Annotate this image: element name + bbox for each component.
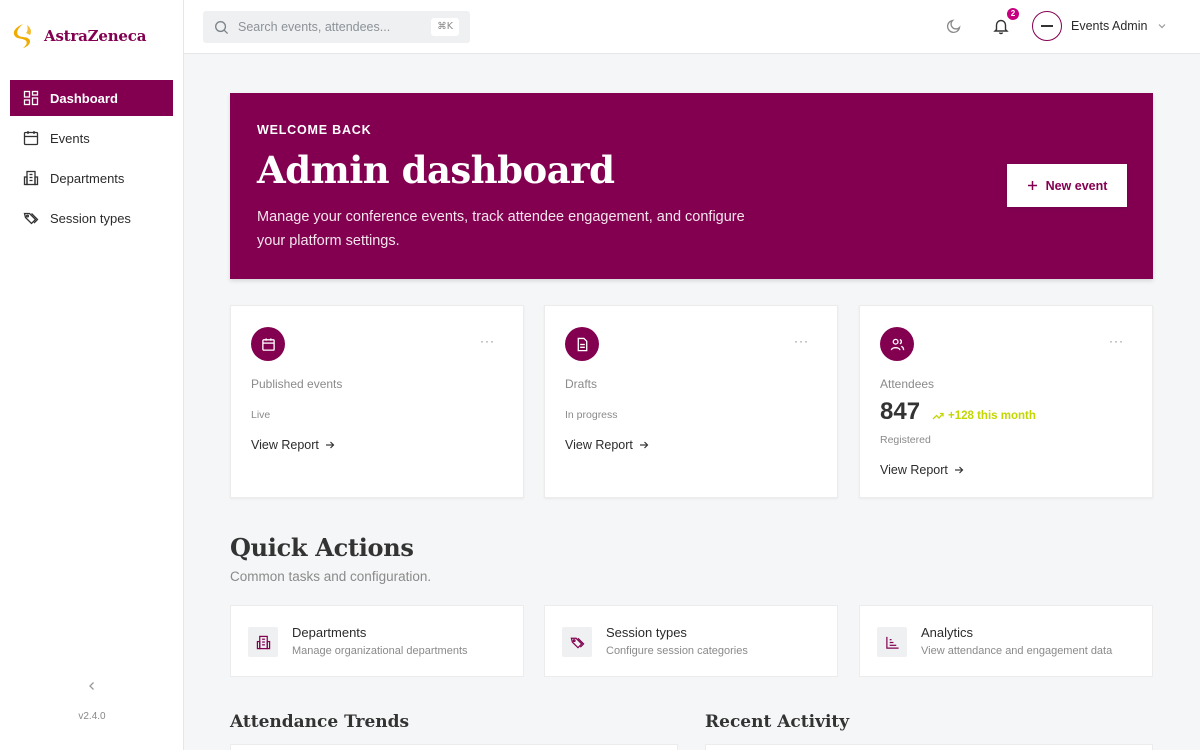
bar-chart-icon — [885, 636, 899, 649]
brand-name: AstraZeneca — [44, 27, 147, 45]
view-report-link[interactable]: View Report — [251, 438, 335, 452]
trending-up-icon — [932, 412, 944, 420]
calendar-icon — [23, 131, 39, 146]
stat-label: Attendees — [880, 377, 935, 391]
welcome-banner: WELCOME BACK Admin dashboard Manage your… — [230, 93, 1153, 279]
document-icon — [577, 337, 587, 351]
building-icon — [256, 635, 270, 649]
stat-card-drafts: ··· Drafts In progress View Report — [544, 305, 838, 498]
attendance-trends-title: Attendance Trends — [230, 712, 410, 732]
quick-actions-title: Quick Actions — [230, 533, 414, 562]
search-input[interactable] — [238, 20, 418, 34]
astrazeneca-logo-icon — [13, 24, 31, 48]
qa-description: View attendance and engagement data — [921, 645, 1113, 657]
view-report-link[interactable]: View Report — [880, 463, 964, 477]
stat-card-published-events: ··· Published events Live View Report — [230, 305, 524, 498]
more-options-icon[interactable]: ··· — [1109, 334, 1124, 348]
qa-icon — [562, 627, 592, 657]
search-icon — [215, 20, 229, 34]
qa-icon — [877, 627, 907, 657]
brand-logo[interactable]: AstraZeneca — [12, 22, 146, 50]
stat-icon — [565, 327, 599, 361]
welcome-description: Manage your conference events, track att… — [257, 209, 745, 249]
arrow-right-icon — [954, 466, 964, 474]
more-options-icon[interactable]: ··· — [480, 334, 495, 348]
sidebar-item-label: Departments — [50, 170, 125, 186]
quick-action-analytics[interactable]: Analytics View attendance and engagement… — [859, 605, 1153, 677]
collapse-sidebar-button[interactable] — [84, 678, 100, 694]
qa-icon — [248, 627, 278, 657]
topbar: ⌘K 2 Events Admin — [184, 0, 1200, 54]
quick-action-session-types[interactable]: Session types Configure session categori… — [544, 605, 838, 677]
dashboard-icon — [23, 90, 39, 106]
view-report-label: View Report — [880, 463, 948, 477]
dark-mode-toggle-icon[interactable] — [946, 18, 962, 34]
arrow-right-icon — [639, 441, 649, 449]
arrow-right-icon — [325, 441, 335, 449]
more-options-icon[interactable]: ··· — [794, 334, 809, 348]
welcome-kicker: WELCOME BACK — [257, 123, 372, 137]
stat-label: Published events — [251, 377, 343, 391]
app-version: v2.4.0 — [78, 711, 106, 722]
sidebar-item-departments[interactable]: Departments — [10, 160, 173, 196]
search-box: ⌘K — [203, 11, 470, 43]
building-icon — [23, 170, 39, 186]
stat-card-attendees: ··· Attendees 847 +128 this month Regist… — [859, 305, 1153, 498]
sidebar-item-label: Dashboard — [50, 90, 118, 106]
stat-trend-label: +128 this month — [948, 410, 1036, 422]
view-report-label: View Report — [565, 438, 633, 452]
sidebar-item-session-types[interactable]: Session types — [10, 200, 173, 236]
stat-icon — [251, 327, 285, 361]
stat-icon — [880, 327, 914, 361]
quick-action-departments[interactable]: Departments Manage organizational depart… — [230, 605, 524, 677]
calendar-icon — [261, 337, 275, 351]
stat-sublabel: Live — [251, 409, 271, 421]
stat-trend: +128 this month — [932, 410, 1036, 422]
sidebar-item-dashboard[interactable]: Dashboard — [10, 80, 173, 116]
recent-activity-title: Recent Activity — [705, 712, 850, 732]
notification-badge: 2 — [1007, 8, 1019, 20]
chevron-down-icon — [1159, 24, 1166, 29]
sidebar: AstraZeneca Dashboard Events Departments — [0, 0, 184, 750]
stat-sublabel: In progress — [565, 409, 618, 421]
user-name: Events Admin — [1071, 19, 1148, 33]
user-menu[interactable]: Events Admin — [1032, 11, 1168, 41]
page-title: Admin dashboard — [257, 148, 615, 192]
sidebar-item-label: Session types — [50, 210, 131, 226]
bell-icon[interactable] — [992, 17, 1010, 35]
users-icon — [890, 338, 904, 350]
stat-sublabel: Registered — [880, 434, 931, 446]
search-shortcut-hint: ⌘K — [431, 18, 459, 36]
chevron-left-icon — [89, 682, 94, 690]
qa-description: Manage organizational departments — [292, 645, 468, 657]
view-report-label: View Report — [251, 438, 319, 452]
sidebar-nav: Dashboard Events Departments Session typ… — [10, 80, 173, 240]
new-event-label: New event — [1045, 178, 1108, 193]
quick-actions-subtitle: Common tasks and configuration. — [230, 569, 432, 584]
qa-description: Configure session categories — [606, 645, 748, 657]
tags-icon — [570, 637, 584, 649]
attendance-trends-panel — [230, 744, 678, 750]
stat-value: 847 — [880, 398, 921, 425]
sidebar-item-label: Events — [50, 130, 90, 146]
qa-name: Departments — [292, 625, 367, 640]
new-event-button[interactable]: New event — [1007, 164, 1127, 207]
recent-activity-panel — [705, 744, 1153, 750]
sidebar-item-events[interactable]: Events — [10, 120, 173, 156]
qa-name: Session types — [606, 625, 687, 640]
tags-icon — [23, 212, 39, 225]
stat-label: Drafts — [565, 377, 598, 391]
plus-icon — [1027, 181, 1037, 190]
view-report-link[interactable]: View Report — [565, 438, 649, 452]
qa-name: Analytics — [921, 625, 974, 640]
avatar — [1032, 11, 1062, 41]
